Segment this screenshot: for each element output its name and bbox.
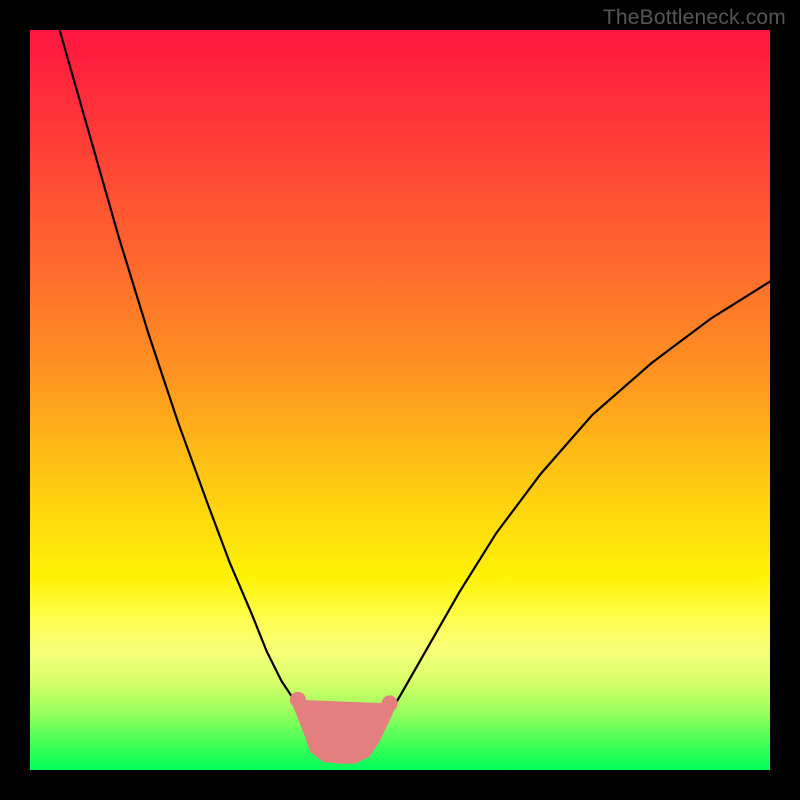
chart-frame: TheBottleneck.com [0, 0, 800, 800]
watermark-text: TheBottleneck.com [603, 6, 786, 30]
marker-dot-end-0 [290, 692, 306, 708]
marker-dot-end-1 [382, 695, 398, 711]
marker-group [290, 692, 398, 757]
marker-worm [298, 700, 390, 757]
curves-svg [30, 30, 770, 770]
curve-right [363, 282, 770, 756]
curve-left [60, 30, 326, 755]
plot-area [30, 30, 770, 770]
